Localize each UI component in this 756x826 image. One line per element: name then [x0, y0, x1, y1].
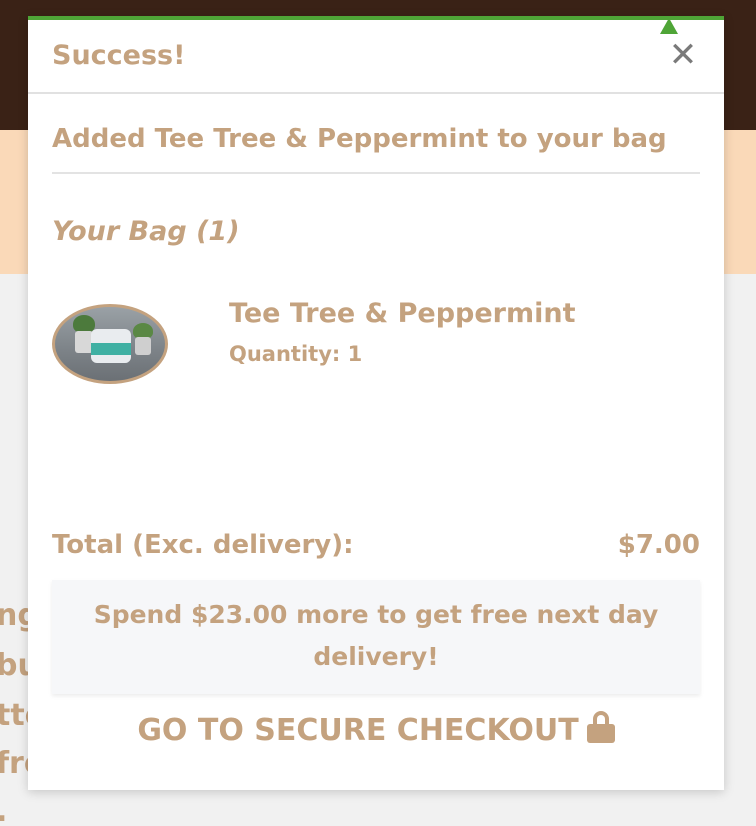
lock-icon	[586, 711, 615, 743]
product-quantity: Quantity: 1	[229, 342, 363, 366]
added-to-bag-message: Added Tee Tree & Peppermint to your bag	[52, 124, 700, 174]
total-value: $7.00	[617, 530, 700, 560]
thumbnail-pot-right	[135, 337, 151, 355]
lock-body	[586, 724, 615, 743]
secure-checkout-button[interactable]: GO TO SECURE CHECKOUT	[28, 708, 724, 754]
bag-heading: Your Bag (1)	[52, 216, 240, 247]
total-label: Total (Exc. delivery):	[52, 530, 354, 560]
popup-header: Success! ✕	[28, 20, 724, 94]
checkout-label: GO TO SECURE CHECKOUT	[137, 713, 579, 748]
background-text: .	[0, 788, 7, 826]
close-icon[interactable]: ✕	[666, 38, 700, 72]
thumbnail-jar-label	[91, 343, 131, 355]
product-name[interactable]: Tee Tree & Peppermint	[229, 298, 576, 329]
product-thumbnail[interactable]	[52, 304, 168, 384]
free-delivery-message: Spend $23.00 more to get free next day d…	[52, 580, 700, 694]
cart-popup: Success! ✕ Added Tee Tree & Peppermint t…	[28, 16, 724, 790]
popup-title: Success!	[52, 40, 186, 71]
